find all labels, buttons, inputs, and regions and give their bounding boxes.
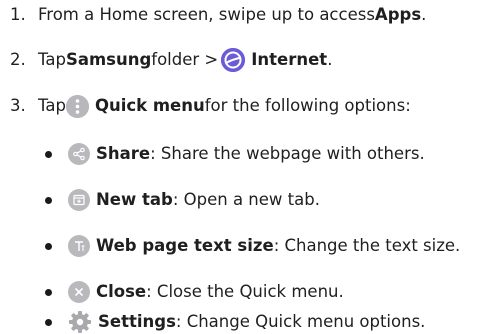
bullet [45, 289, 52, 296]
text-size-icon [68, 235, 90, 257]
option-settings: Settings : Change Quick menu options. [68, 310, 425, 334]
option-label: Share [96, 143, 151, 163]
bullet [45, 151, 52, 158]
option-share: Share : Share the webpage with others. [68, 142, 425, 166]
close-icon [68, 281, 90, 303]
new-tab-icon [68, 189, 90, 211]
step-number: 3. [10, 95, 26, 115]
option-description: : Change Quick menu options. [175, 311, 426, 331]
option-new-tab: New tab : Open a new tab. [68, 188, 320, 212]
step-text: From a Home screen, swipe up to access [38, 4, 375, 24]
quick-menu-icon [65, 94, 89, 118]
share-icon [68, 143, 90, 165]
bullet [45, 197, 52, 204]
option-close: Close : Close the Quick menu. [68, 280, 344, 304]
internet-app-icon [221, 48, 246, 72]
apps-label: Apps [374, 4, 422, 24]
option-label: Close [96, 281, 147, 301]
bullet [45, 319, 52, 326]
step-1: 1. From a Home screen, swipe up to acces… [10, 4, 427, 24]
internet-label: Internet [251, 49, 328, 69]
option-description: : Share the webpage with others. [150, 143, 425, 163]
option-text-size: Web page text size : Change the text siz… [68, 234, 460, 258]
step-3: 3. Tap Quick menu for the following opti… [10, 94, 411, 118]
settings-icon [68, 310, 92, 334]
option-description: : Close the Quick menu. [146, 281, 344, 301]
option-description: : Change the text size. [273, 235, 461, 255]
option-label: New tab [96, 189, 173, 209]
option-label: Settings [98, 311, 176, 331]
quick-menu-label: Quick menu [94, 95, 205, 115]
step-number: 1. [10, 4, 26, 24]
option-label: Web page text size [96, 235, 274, 255]
samsung-folder-label: Samsung [65, 49, 152, 69]
option-description: : Open a new tab. [172, 189, 320, 209]
step-2: 2. Tap Samsung folder > Internet . [10, 48, 332, 72]
bullet [45, 243, 52, 250]
step-number: 2. [10, 49, 26, 69]
